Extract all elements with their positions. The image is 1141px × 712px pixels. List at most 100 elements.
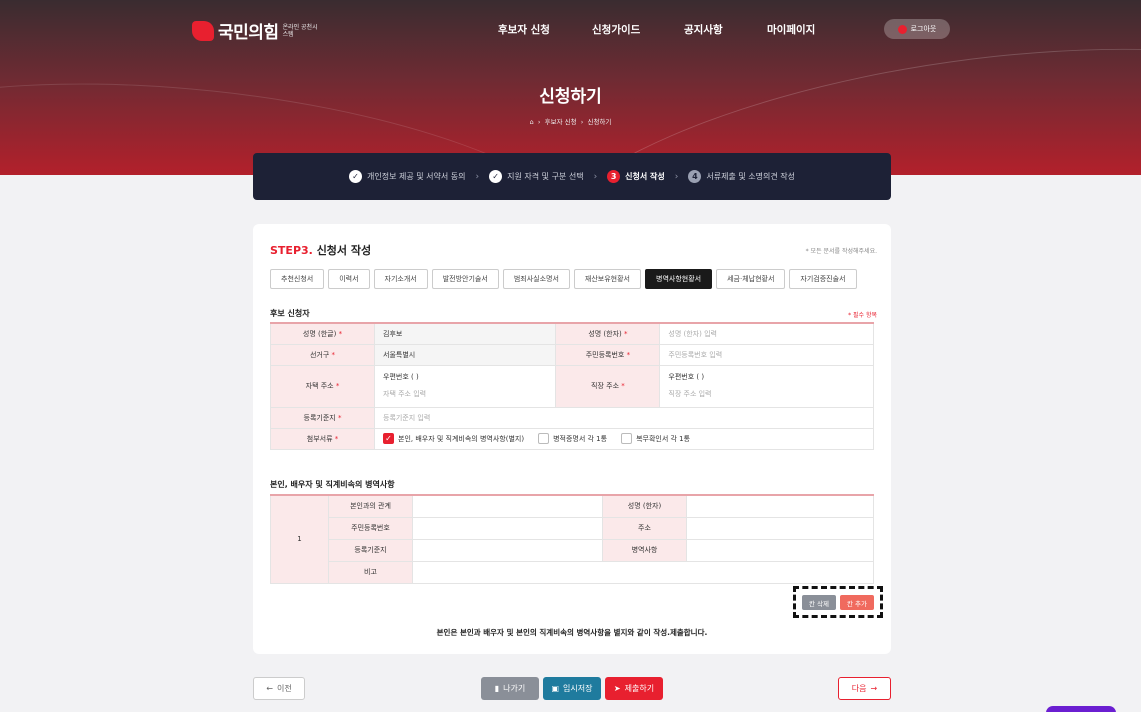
step-label: 신청서 작성	[625, 172, 665, 181]
attach-checkbox-3[interactable]: 복무확인서 각 1통	[621, 433, 690, 444]
chevron-right-icon: ›	[674, 171, 679, 182]
address-input[interactable]	[686, 516, 874, 540]
attach-label: 첨부서류 *	[270, 427, 375, 450]
step-1: ✓ 개인정보 제공 및 서약서 동의	[349, 170, 466, 183]
work-addr-label: 직장 주소 *	[555, 364, 661, 408]
arrow-left-icon: ←	[266, 684, 273, 693]
required-note: * 필수 항목	[848, 312, 877, 319]
home-addr-label: 자택 주소 *	[270, 364, 375, 408]
floating-widget[interactable]	[1046, 706, 1116, 712]
district-value: 서울특별시	[373, 343, 557, 366]
attach-checkbox-1[interactable]: ✓ 본인, 배우자 및 직계비속의 병역사항(별지)	[383, 433, 524, 444]
top-nav: 국민의힘 온라인 공천시스템 후보자 신청 신청가이드 공지사항 마이페이지 로…	[0, 0, 1141, 56]
breadcrumb: ⌂ › 후보자 신청 › 신청하기	[529, 118, 612, 126]
nav-mypage[interactable]: 마이페이지	[767, 22, 815, 37]
logout-button[interactable]: 로그아웃	[884, 19, 950, 39]
domicile-label: 등록기준지	[328, 538, 413, 562]
attach-cell: ✓ 본인, 배우자 및 직계비속의 병역사항(별지) 병적증명서 각 1통 복무…	[374, 427, 874, 450]
name-kr-label: 성명 (한글) *	[270, 322, 375, 345]
work-postcode-field[interactable]: 우편번호 ( )	[668, 369, 865, 386]
next-button[interactable]: 다음 →	[838, 677, 891, 700]
add-row-button[interactable]: 칸 추가	[840, 595, 875, 610]
tab-intro[interactable]: 자기소개서	[373, 269, 428, 289]
work-addr-input[interactable]: 직장 주소 입력	[668, 386, 865, 403]
checkbox-empty-icon	[621, 433, 633, 444]
attach-checkbox-2[interactable]: 병적증명서 각 1통	[538, 433, 607, 444]
progress-stepper: ✓ 개인정보 제공 및 서약서 동의 › ✓ 지원 자격 및 구분 선택 › 3…	[253, 153, 891, 200]
rrn-input[interactable]: 주민등록번호 입력	[659, 343, 874, 366]
step-label: 개인정보 제공 및 서약서 동의	[367, 172, 466, 181]
tab-plan[interactable]: 발전방안기술서	[431, 269, 499, 289]
name-hanja-input[interactable]: 성명 (한자) 입력	[659, 322, 874, 345]
table-row: 등록기준지 * 등록기준지 입력	[270, 406, 874, 429]
step-title: 신청서 작성	[316, 244, 372, 257]
form-card: STEP3. 신청서 작성 * 모든 문서를 작성해주세요. 추천신청서 이력서…	[253, 224, 891, 654]
brand-sub: 온라인 공천시스템	[282, 23, 318, 38]
service-label: 병역사항	[602, 538, 687, 562]
prev-button[interactable]: ← 이전	[253, 677, 305, 700]
form-title: STEP3. 신청서 작성	[270, 242, 371, 258]
exit-button[interactable]: ▮ 나가기	[481, 677, 539, 700]
remark-label: 비고	[328, 560, 413, 584]
tab-crime[interactable]: 범죄사실소명서	[502, 269, 570, 289]
hanja-input[interactable]	[686, 494, 874, 518]
save-disk-icon: ▣	[551, 684, 560, 693]
rrn-label: 주민등록번호 *	[555, 343, 661, 366]
relation-input[interactable]	[412, 494, 603, 518]
checkmark-icon: ✓	[383, 433, 394, 444]
step-prefix: STEP3.	[270, 244, 313, 257]
applicant-section-title: 후보 신청자	[270, 309, 310, 318]
table-row: 주민등록번호 주소	[271, 516, 874, 540]
send-icon: ➤	[613, 684, 621, 693]
home-addr-input[interactable]: 자택 주소 입력	[383, 386, 547, 403]
document-tabs: 추천신청서 이력서 자기소개서 발전방안기술서 범죄사실소명서 재산보유현황서 …	[270, 269, 857, 289]
brand-logo[interactable]: 국민의힘 온라인 공천시스템	[192, 18, 323, 43]
logout-icon	[897, 24, 907, 34]
party-logo-icon	[192, 20, 214, 41]
step-number: 3	[607, 170, 621, 183]
remark-input[interactable]	[412, 560, 874, 584]
tab-military[interactable]: 병역사항현황서	[645, 269, 713, 289]
service-input[interactable]	[686, 538, 874, 562]
district-label: 선거구 *	[270, 343, 375, 366]
relation-label: 본인과의 관계	[328, 494, 413, 518]
exit-door-icon: ▮	[494, 684, 500, 693]
check-icon: ✓	[349, 170, 363, 183]
step-4: 4 서류제출 및 소명의견 작성	[688, 170, 795, 183]
address-label: 주소	[602, 516, 687, 540]
tab-tax[interactable]: 세금·체납현황서	[716, 269, 786, 289]
nav-candidate-apply[interactable]: 후보자 신청	[498, 22, 550, 37]
step-number: 4	[688, 170, 702, 183]
tab-property[interactable]: 재산보유현황서	[573, 269, 642, 289]
table-row: 첨부서류 * ✓ 본인, 배우자 및 직계비속의 병역사항(별지) 병적증명서 …	[270, 427, 874, 450]
rrn-label: 주민등록번호	[328, 516, 413, 540]
tab-selfcheck[interactable]: 자기검증진술서	[789, 269, 857, 289]
domicile-input[interactable]	[412, 538, 603, 562]
delete-row-button[interactable]: 칸 삭제	[802, 595, 837, 610]
breadcrumb-item: 신청하기	[587, 118, 612, 126]
home-postcode-field[interactable]: 우편번호 ( )	[383, 369, 547, 386]
top-note: * 모든 문서를 작성해주세요.	[805, 248, 877, 255]
step-label: 지원 자격 및 구분 선택	[507, 172, 584, 181]
breadcrumb-item[interactable]: 후보자 신청	[545, 118, 577, 126]
nav-notice[interactable]: 공지사항	[684, 22, 723, 37]
rrn-input[interactable]	[412, 516, 603, 540]
nav-guide[interactable]: 신청가이드	[592, 22, 640, 37]
tab-recommend[interactable]: 추천신청서	[270, 269, 325, 289]
logout-label: 로그아웃	[910, 25, 937, 33]
military-section-title: 본인, 배우자 및 직계비속의 병역사항	[270, 480, 395, 489]
temp-save-button[interactable]: ▣ 임시저장	[543, 677, 601, 700]
table-row: 등록기준지 병역사항	[271, 538, 874, 562]
declaration-note: 본인은 본인과 배우자 및 본인의 직계비속의 병역사항을 별지와 같이 작성.…	[436, 628, 708, 637]
step-3: 3 신청서 작성	[607, 170, 665, 183]
applicant-table: 성명 (한글) * 김후보 성명 (한자) * 성명 (한자) 입력 선거구 *…	[270, 322, 874, 450]
submit-button[interactable]: ➤ 제출하기	[605, 677, 663, 700]
hanja-label: 성명 (한자)	[602, 494, 687, 518]
domicile-input[interactable]: 등록기준지 입력	[374, 406, 874, 429]
work-addr-cell: 우편번호 ( ) 직장 주소 입력	[659, 364, 874, 408]
tab-resume[interactable]: 이력서	[328, 269, 370, 289]
domicile-label: 등록기준지 *	[270, 406, 375, 429]
step-2: ✓ 지원 자격 및 구분 선택	[489, 170, 584, 183]
home-icon[interactable]: ⌂	[530, 118, 534, 126]
page-title: 신청하기	[539, 87, 602, 107]
